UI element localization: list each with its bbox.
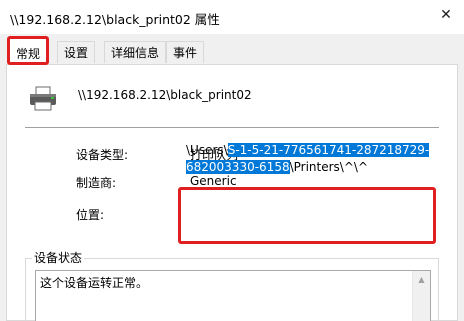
tab-bar: 常规 设置 详细信息 事件 <box>0 36 464 65</box>
device-type-label: 设备类型: <box>76 148 129 162</box>
tab-settings[interactable]: 设置 <box>57 41 96 63</box>
location-label: 位置: <box>76 208 105 222</box>
printer-icon <box>30 86 56 111</box>
device-status-title: 设备状态 <box>32 249 85 266</box>
close-icon: ✕ <box>440 7 452 23</box>
tab-general[interactable]: 常规 <box>7 36 50 65</box>
status-textbox[interactable]: 这个设备运转正常。 ▲ <box>35 270 431 321</box>
location-value[interactable]: \Users\S-1-5-21-776561741-287218729- 682… <box>186 142 432 176</box>
tab-details[interactable]: 详细信息 <box>104 41 167 63</box>
location-prefix: \Users\ <box>186 143 228 157</box>
location-highlight-box <box>178 187 436 244</box>
close-button[interactable]: ✕ <box>428 0 464 30</box>
properties-window: \\192.168.2.12\black_print02 属性 ✕ 常规 设置 … <box>0 0 464 321</box>
location-suffix: \Printers\^\^ <box>289 160 369 174</box>
location-selected-line1: S-1-5-21-776561741-287218729- <box>227 143 430 157</box>
status-scrollbar[interactable]: ▲ <box>412 271 430 321</box>
tab-events[interactable]: 事件 <box>166 41 205 63</box>
location-selected-line2: 682003330-6158 <box>186 160 290 174</box>
window-title: \\192.168.2.12\black_print02 属性 <box>10 12 220 27</box>
manufacturer-value: Generic <box>190 174 237 188</box>
general-panel: \\192.168.2.12\black_print02 设备类型: 打印队列 … <box>6 64 458 321</box>
divider <box>25 127 439 128</box>
scroll-up-arrow-icon[interactable]: ▲ <box>413 271 430 288</box>
status-text: 这个设备运转正常。 <box>40 276 149 290</box>
manufacturer-label: 制造商: <box>76 176 117 190</box>
title-bar: \\192.168.2.12\black_print02 属性 ✕ <box>0 0 464 34</box>
printer-name: \\192.168.2.12\black_print02 <box>78 88 252 102</box>
